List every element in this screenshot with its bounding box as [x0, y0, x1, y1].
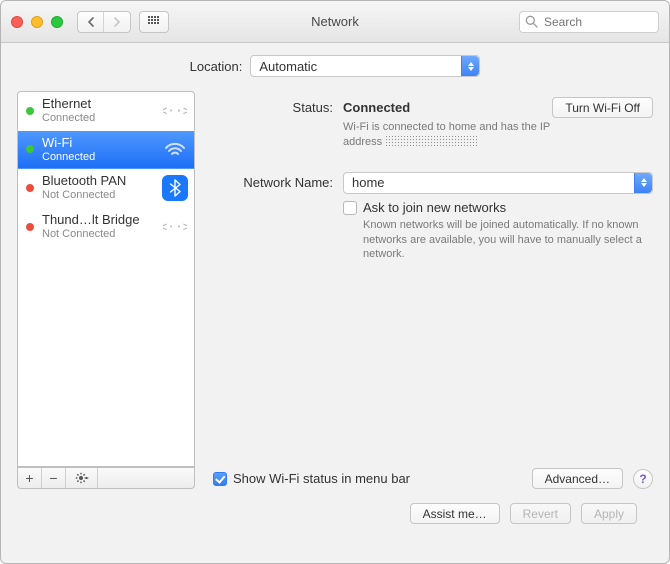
status-value: Connected [343, 100, 410, 115]
status-help-line1: Wi-Fi is connected to home and has the I… [343, 121, 550, 133]
service-actions-button[interactable] [66, 468, 98, 488]
chevron-right-icon [113, 17, 121, 27]
help-button[interactable]: ? [633, 469, 653, 489]
location-popup[interactable]: Automatic [250, 55, 480, 77]
network-prefpane-window: Network Location: Automatic Ethernet [0, 0, 670, 564]
minimize-window-button[interactable] [31, 16, 43, 28]
status-dot [26, 107, 34, 115]
service-name: Wi-Fi [42, 136, 162, 151]
ask-to-join-label: Ask to join new networks [363, 200, 653, 215]
ask-to-join-checkbox[interactable] [343, 201, 357, 215]
show-wifi-menubar-checkbox[interactable] [213, 472, 227, 486]
search-field-wrap [519, 11, 659, 33]
advanced-button[interactable]: Advanced… [532, 468, 623, 489]
status-label: Status: [213, 97, 343, 115]
apply-button[interactable]: Apply [581, 503, 637, 524]
wifi-toggle-button[interactable]: Turn Wi-Fi Off [552, 97, 653, 118]
popup-stepper-icon [461, 56, 479, 76]
status-help-line2-prefix: address [343, 136, 382, 148]
wifi-icon [162, 136, 188, 162]
gear-icon [75, 471, 89, 485]
network-name-label: Network Name: [213, 172, 343, 190]
sidebar-item-wifi[interactable]: Wi-Fi Connected [18, 131, 194, 170]
location-label: Location: [190, 59, 243, 74]
location-row: Location: Automatic [17, 55, 653, 77]
grid-icon [148, 16, 160, 28]
service-name: Ethernet [42, 97, 162, 112]
back-button[interactable] [78, 12, 104, 33]
wifi-detail-pane: Status: Connected Turn Wi-Fi Off Wi-Fi i… [213, 91, 653, 489]
search-input[interactable] [519, 11, 659, 33]
service-status: Not Connected [42, 228, 162, 241]
status-dot [26, 223, 34, 231]
service-list[interactable]: Ethernet Connected <··> Wi-Fi Connected [17, 91, 195, 467]
service-name: Thund…lt Bridge [42, 213, 162, 228]
service-toolbar: + − [17, 467, 195, 489]
remove-service-button[interactable]: − [42, 468, 66, 488]
ip-address-redacted [385, 135, 477, 146]
close-window-button[interactable] [11, 16, 23, 28]
status-dot [26, 145, 34, 153]
search-icon [525, 15, 538, 28]
nav-back-forward [77, 11, 131, 33]
svg-text:<··>: <··> [163, 220, 187, 235]
sidebar-item-thunderbolt-bridge[interactable]: Thund…lt Bridge Not Connected <··> [18, 208, 194, 247]
status-dot [26, 184, 34, 192]
svg-text:<··>: <··> [163, 104, 187, 119]
service-status: Connected [42, 151, 162, 164]
show-wifi-menubar-label: Show Wi-Fi status in menu bar [233, 471, 410, 486]
titlebar: Network [1, 1, 669, 43]
location-value: Automatic [259, 59, 317, 74]
zoom-window-button[interactable] [51, 16, 63, 28]
footer-buttons: Assist me… Revert Apply [17, 489, 653, 524]
assist-me-button[interactable]: Assist me… [410, 503, 500, 524]
service-name: Bluetooth PAN [42, 174, 162, 189]
add-service-button[interactable]: + [18, 468, 42, 488]
revert-button[interactable]: Revert [510, 503, 571, 524]
ethernet-icon: <··> [162, 98, 188, 124]
chevron-left-icon [87, 17, 95, 27]
service-status: Connected [42, 112, 162, 125]
ask-to-join-help: Known networks will be joined automatica… [363, 218, 653, 263]
content-split: Ethernet Connected <··> Wi-Fi Connected [17, 91, 653, 489]
window-controls [11, 16, 63, 28]
thunderbolt-icon: <··> [162, 214, 188, 240]
bluetooth-icon [162, 175, 188, 201]
pane-body: Location: Automatic Ethernet Connected [1, 43, 669, 538]
forward-button[interactable] [104, 12, 130, 33]
network-name-value: home [352, 175, 385, 190]
show-all-button[interactable] [139, 11, 169, 33]
sidebar-item-ethernet[interactable]: Ethernet Connected <··> [18, 92, 194, 131]
sidebar-item-bluetooth-pan[interactable]: Bluetooth PAN Not Connected [18, 169, 194, 208]
popup-stepper-icon [634, 173, 652, 193]
service-sidebar: Ethernet Connected <··> Wi-Fi Connected [17, 91, 195, 489]
network-name-popup[interactable]: home [343, 172, 653, 194]
service-status: Not Connected [42, 189, 162, 202]
